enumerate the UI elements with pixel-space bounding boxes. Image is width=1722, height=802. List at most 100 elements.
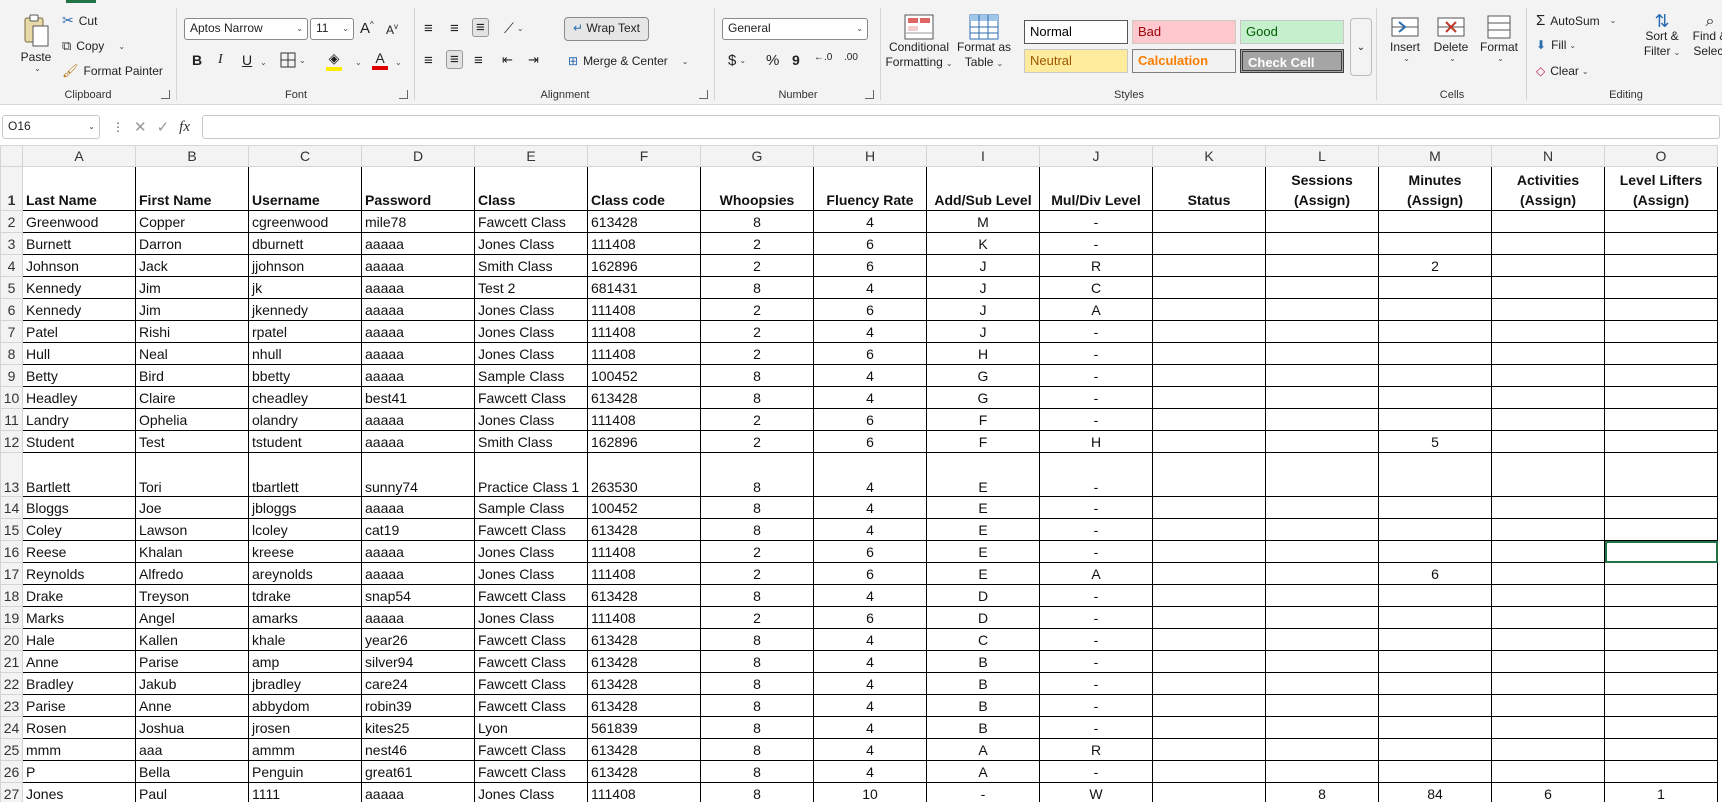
cell[interactable]: -: [1039, 408, 1153, 431]
column-header-f[interactable]: F: [587, 145, 701, 167]
cell[interactable]: [1152, 518, 1266, 541]
cell[interactable]: year26: [361, 628, 475, 651]
cell[interactable]: [1604, 760, 1718, 783]
header-cell[interactable]: Activities (Assign): [1491, 166, 1605, 211]
font-name-select[interactable]: Aptos Narrow ⌄: [184, 18, 308, 40]
cell[interactable]: silver94: [361, 650, 475, 673]
row-header[interactable]: 21: [0, 650, 23, 673]
comma-style-button[interactable]: 9: [792, 52, 800, 68]
cell[interactable]: [1152, 540, 1266, 563]
align-right-button[interactable]: ≡: [474, 52, 483, 69]
underline-button[interactable]: U: [242, 52, 252, 68]
cell[interactable]: Angel: [135, 606, 249, 629]
cell[interactable]: -: [1039, 232, 1153, 255]
decrease-indent-button[interactable]: ⇤: [502, 52, 513, 68]
cell[interactable]: -: [1039, 342, 1153, 365]
cell[interactable]: G: [926, 364, 1040, 387]
cell[interactable]: aaaaa: [361, 606, 475, 629]
cell[interactable]: [1491, 364, 1605, 387]
increase-font-size-button[interactable]: A^: [360, 20, 374, 37]
row-header[interactable]: 8: [0, 342, 23, 365]
cell[interactable]: Jones Class: [474, 782, 588, 802]
cell[interactable]: [1604, 738, 1718, 761]
cell[interactable]: Jim: [135, 276, 249, 299]
cell[interactable]: Practice Class 1: [474, 452, 588, 497]
cell[interactable]: bbetty: [248, 364, 362, 387]
cell[interactable]: [1265, 364, 1379, 387]
cell[interactable]: 8: [700, 386, 814, 409]
number-format-select[interactable]: General ⌄: [722, 18, 868, 40]
cell[interactable]: khale: [248, 628, 362, 651]
cell[interactable]: 6: [813, 342, 927, 365]
cell[interactable]: A: [1039, 298, 1153, 321]
cell[interactable]: Joshua: [135, 716, 249, 739]
cell[interactable]: 613428: [587, 694, 701, 717]
cell[interactable]: aaaaa: [361, 342, 475, 365]
cell[interactable]: [1491, 738, 1605, 761]
paste-dropdown-icon[interactable]: ⌄: [34, 64, 41, 73]
cell[interactable]: 2: [700, 430, 814, 453]
cell[interactable]: [1152, 276, 1266, 299]
cell[interactable]: 162896: [587, 254, 701, 277]
cell[interactable]: [1265, 386, 1379, 409]
cell[interactable]: 100452: [587, 496, 701, 519]
cell[interactable]: 6: [1378, 562, 1492, 585]
cell[interactable]: [1378, 540, 1492, 563]
cell[interactable]: B: [926, 672, 1040, 695]
cell[interactable]: 8: [700, 650, 814, 673]
cell[interactable]: 8: [700, 276, 814, 299]
cell[interactable]: [1604, 232, 1718, 255]
cell[interactable]: Johnson: [22, 254, 136, 277]
cell[interactable]: [1265, 210, 1379, 233]
cell[interactable]: 4: [813, 672, 927, 695]
cell[interactable]: Lyon: [474, 716, 588, 739]
cell[interactable]: Alfredo: [135, 562, 249, 585]
cell[interactable]: Test: [135, 430, 249, 453]
row-header[interactable]: 17: [0, 562, 23, 585]
cell[interactable]: Paul: [135, 782, 249, 802]
cell[interactable]: 4: [813, 760, 927, 783]
cell[interactable]: [1152, 672, 1266, 695]
cell[interactable]: [1265, 518, 1379, 541]
cell[interactable]: aaaaa: [361, 540, 475, 563]
cell[interactable]: Neal: [135, 342, 249, 365]
cell[interactable]: 100452: [587, 364, 701, 387]
row-header[interactable]: 7: [0, 320, 23, 343]
cell[interactable]: [1152, 760, 1266, 783]
style-normal[interactable]: Normal: [1024, 20, 1128, 44]
cell[interactable]: [1378, 738, 1492, 761]
style-good[interactable]: Good: [1240, 20, 1344, 44]
cell[interactable]: Anne: [22, 650, 136, 673]
cell[interactable]: [1152, 496, 1266, 519]
cell[interactable]: 2: [700, 408, 814, 431]
cell[interactable]: Claire: [135, 386, 249, 409]
cell[interactable]: -: [1039, 518, 1153, 541]
header-cell[interactable]: Sessions (Assign): [1265, 166, 1379, 211]
cell[interactable]: Jones Class: [474, 232, 588, 255]
cell[interactable]: [1604, 650, 1718, 673]
cell[interactable]: J: [926, 320, 1040, 343]
font-size-select[interactable]: 11 ⌄: [310, 18, 354, 40]
cell[interactable]: 4: [813, 650, 927, 673]
cell[interactable]: [1152, 738, 1266, 761]
cell[interactable]: 8: [700, 760, 814, 783]
row-header[interactable]: 12: [0, 430, 23, 453]
cell[interactable]: 613428: [587, 628, 701, 651]
cell[interactable]: [1152, 254, 1266, 277]
column-header-a[interactable]: A: [22, 145, 136, 167]
header-cell[interactable]: Whoopsies: [700, 166, 814, 211]
row-header[interactable]: 11: [0, 408, 23, 431]
cell[interactable]: areynolds: [248, 562, 362, 585]
cell[interactable]: 1111: [248, 782, 362, 802]
cell[interactable]: 4: [813, 496, 927, 519]
cell[interactable]: 2: [700, 342, 814, 365]
cell[interactable]: [1604, 540, 1718, 563]
conditional-formatting-button[interactable]: Conditional Formatting ⌄: [885, 14, 953, 71]
header-cell[interactable]: Add/Sub Level: [926, 166, 1040, 211]
column-header-j[interactable]: J: [1039, 145, 1153, 167]
cell[interactable]: 4: [813, 386, 927, 409]
cell[interactable]: -: [1039, 386, 1153, 409]
cell[interactable]: aaaaa: [361, 232, 475, 255]
cell[interactable]: [1378, 760, 1492, 783]
style-neutral[interactable]: Neutral: [1024, 49, 1128, 73]
